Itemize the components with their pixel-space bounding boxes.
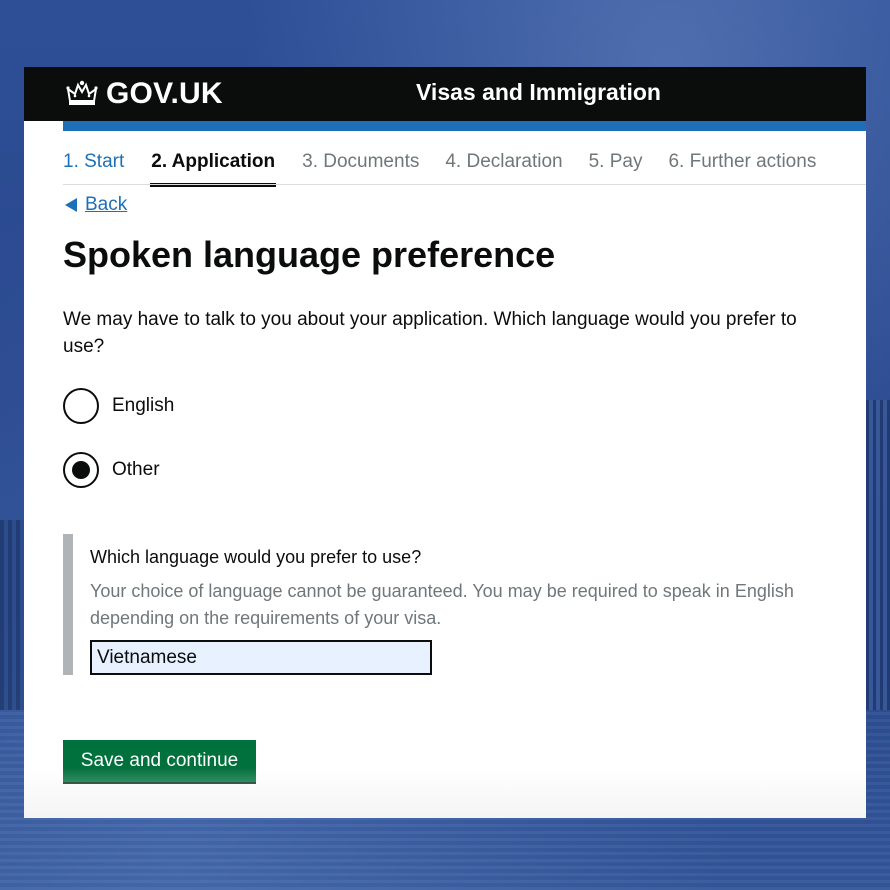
back-link-label: Back bbox=[85, 194, 128, 215]
service-name[interactable]: Visas and Immigration bbox=[416, 77, 661, 107]
radio-other[interactable]: Other bbox=[63, 452, 160, 488]
language-input[interactable] bbox=[90, 640, 432, 675]
govuk-logo[interactable]: GOV.UK bbox=[66, 77, 223, 111]
page-card: GOV.UK Visas and Immigration 1. Start 2.… bbox=[24, 67, 866, 818]
step-further-actions: 6. Further actions bbox=[668, 151, 817, 172]
crown-icon bbox=[66, 80, 98, 108]
radio-english-circle[interactable] bbox=[63, 388, 99, 424]
conditional-language-panel: Which language would you prefer to use? … bbox=[63, 534, 833, 675]
back-link[interactable]: Back bbox=[65, 193, 127, 217]
radio-english[interactable]: English bbox=[63, 388, 174, 424]
language-question-hint: Your choice of language cannot be guaran… bbox=[90, 581, 794, 628]
step-declaration: 4. Declaration bbox=[445, 151, 563, 172]
radio-english-label[interactable]: English bbox=[112, 395, 174, 417]
radio-other-circle[interactable] bbox=[63, 452, 99, 488]
govuk-header: GOV.UK Visas and Immigration bbox=[24, 67, 866, 121]
step-documents: 3. Documents bbox=[302, 151, 420, 172]
step-pay: 5. Pay bbox=[588, 151, 643, 172]
header-blue-bar bbox=[63, 121, 866, 131]
step-navigation: 1. Start 2. Application 3. Documents 4. … bbox=[63, 151, 866, 187]
step-start[interactable]: 1. Start bbox=[63, 151, 124, 183]
step-application[interactable]: 2. Application bbox=[150, 151, 277, 187]
background-skyline-left bbox=[0, 520, 24, 710]
language-question-label: Which language would you prefer to use? bbox=[90, 547, 422, 567]
logo-text: GOV.UK bbox=[106, 77, 223, 110]
page-hint: We may have to talk to you about your ap… bbox=[63, 309, 797, 357]
save-and-continue-button[interactable]: Save and continue bbox=[63, 740, 256, 782]
radio-other-label[interactable]: Other bbox=[112, 459, 160, 481]
back-arrow-icon bbox=[65, 198, 77, 212]
page-title: Spoken language preference bbox=[63, 234, 556, 275]
background-skyline-right bbox=[866, 400, 890, 710]
steps-divider bbox=[63, 184, 866, 185]
